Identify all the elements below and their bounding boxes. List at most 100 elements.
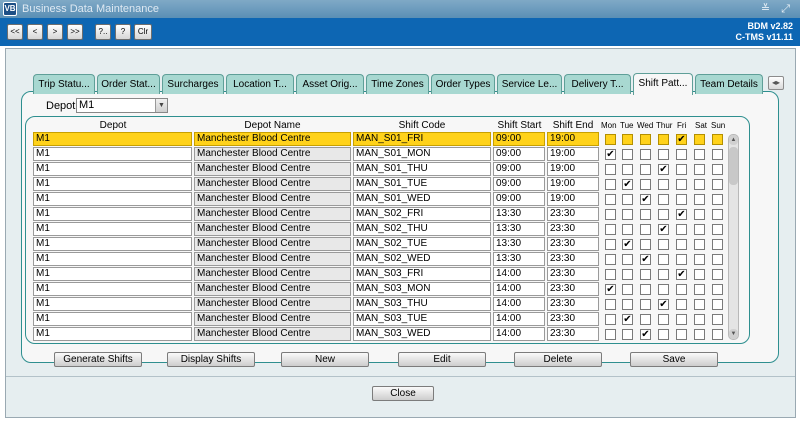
day-checkbox-fri[interactable] bbox=[676, 224, 687, 235]
day-checkbox-mon[interactable] bbox=[605, 194, 616, 205]
day-checkbox-wed[interactable] bbox=[640, 299, 651, 310]
cell-depot-name[interactable]: Manchester Blood Centre bbox=[194, 162, 351, 176]
cell-depot-name[interactable]: Manchester Blood Centre bbox=[194, 147, 351, 161]
first-record-button[interactable]: << bbox=[7, 24, 23, 40]
day-checkbox-sat[interactable] bbox=[694, 329, 705, 340]
cell-depot[interactable]: M1 bbox=[33, 147, 192, 161]
tab-time-zones[interactable]: Time Zones bbox=[366, 74, 429, 94]
day-checkbox-fri[interactable] bbox=[676, 314, 687, 325]
tab-team-details[interactable]: Team Details bbox=[695, 74, 763, 94]
cell-depot[interactable]: M1 bbox=[33, 222, 192, 236]
day-checkbox-sat[interactable] bbox=[694, 314, 705, 325]
day-checkbox-tue[interactable] bbox=[622, 329, 633, 340]
cell-depot[interactable]: M1 bbox=[33, 327, 192, 341]
cell-depot-name[interactable]: Manchester Blood Centre bbox=[194, 267, 351, 281]
day-checkbox-mon[interactable] bbox=[605, 314, 616, 325]
close-button[interactable]: Close bbox=[372, 386, 434, 401]
day-checkbox-wed[interactable] bbox=[640, 149, 651, 160]
new-button[interactable]: New bbox=[281, 352, 369, 367]
cell-shift-start[interactable]: 13:30 bbox=[493, 207, 545, 221]
grid-scrollbar[interactable]: ▲ ▼ bbox=[728, 134, 739, 340]
help-button[interactable]: ?.. bbox=[95, 24, 111, 40]
last-record-button[interactable]: >> bbox=[67, 24, 83, 40]
day-checkbox-sun[interactable] bbox=[712, 179, 723, 190]
display-shifts-button[interactable]: Display Shifts bbox=[167, 352, 255, 367]
scroll-up-icon[interactable]: ▲ bbox=[729, 135, 738, 145]
day-checkbox-fri[interactable] bbox=[676, 194, 687, 205]
day-checkbox-mon[interactable] bbox=[605, 254, 616, 265]
cell-shift-code[interactable]: MAN_S03_TUE bbox=[353, 312, 491, 326]
day-checkbox-mon[interactable] bbox=[605, 179, 616, 190]
cell-depot[interactable]: M1 bbox=[33, 252, 192, 266]
day-checkbox-sat[interactable] bbox=[694, 149, 705, 160]
cell-depot[interactable]: M1 bbox=[33, 237, 192, 251]
day-checkbox-mon[interactable]: ✔ bbox=[605, 284, 616, 295]
previous-record-button[interactable]: < bbox=[27, 24, 43, 40]
day-checkbox-fri[interactable]: ✔ bbox=[676, 269, 687, 280]
cell-shift-start[interactable]: 14:00 bbox=[493, 297, 545, 311]
query-button[interactable]: ? bbox=[115, 24, 131, 40]
tab-scroll-arrows-icon[interactable]: ◂▸ bbox=[768, 76, 784, 90]
cell-shift-end[interactable]: 23:30 bbox=[547, 252, 599, 266]
day-checkbox-sat[interactable] bbox=[694, 209, 705, 220]
day-checkbox-fri[interactable] bbox=[676, 164, 687, 175]
tab-order-types[interactable]: Order Types bbox=[431, 74, 495, 94]
day-checkbox-thur[interactable] bbox=[658, 314, 669, 325]
generate-shifts-button[interactable]: Generate Shifts bbox=[54, 352, 142, 367]
day-checkbox-mon[interactable] bbox=[605, 134, 616, 145]
cell-shift-end[interactable]: 23:30 bbox=[547, 327, 599, 341]
day-checkbox-sat[interactable] bbox=[694, 194, 705, 205]
day-checkbox-sat[interactable] bbox=[694, 179, 705, 190]
cell-shift-start[interactable]: 09:00 bbox=[493, 132, 545, 146]
cell-shift-start[interactable]: 13:30 bbox=[493, 222, 545, 236]
day-checkbox-thur[interactable] bbox=[658, 194, 669, 205]
day-checkbox-fri[interactable] bbox=[676, 149, 687, 160]
day-checkbox-sun[interactable] bbox=[712, 149, 723, 160]
day-checkbox-thur[interactable] bbox=[658, 239, 669, 250]
scroll-thumb[interactable] bbox=[729, 147, 738, 185]
day-checkbox-wed[interactable]: ✔ bbox=[640, 254, 651, 265]
day-checkbox-sat[interactable] bbox=[694, 299, 705, 310]
clear-button[interactable]: Clr bbox=[134, 24, 152, 40]
day-checkbox-tue[interactable] bbox=[622, 209, 633, 220]
day-checkbox-mon[interactable] bbox=[605, 224, 616, 235]
tab-delivery-types[interactable]: Delivery T... bbox=[564, 74, 631, 94]
cell-depot[interactable]: M1 bbox=[33, 267, 192, 281]
cell-depot-name[interactable]: Manchester Blood Centre bbox=[194, 237, 351, 251]
day-checkbox-tue[interactable] bbox=[622, 284, 633, 295]
depot-filter-select[interactable]: M1 ▼ bbox=[76, 98, 168, 113]
cell-depot-name[interactable]: Manchester Blood Centre bbox=[194, 132, 351, 146]
day-checkbox-thur[interactable] bbox=[658, 269, 669, 280]
day-checkbox-tue[interactable] bbox=[622, 134, 633, 145]
cell-depot[interactable]: M1 bbox=[33, 162, 192, 176]
cell-shift-end[interactable]: 23:30 bbox=[547, 297, 599, 311]
cell-shift-start[interactable]: 14:00 bbox=[493, 282, 545, 296]
tab-shift-patterns[interactable]: Shift Patt... bbox=[633, 73, 693, 95]
day-checkbox-tue[interactable] bbox=[622, 254, 633, 265]
cell-depot-name[interactable]: Manchester Blood Centre bbox=[194, 222, 351, 236]
cell-shift-end[interactable]: 23:30 bbox=[547, 312, 599, 326]
day-checkbox-sun[interactable] bbox=[712, 299, 723, 310]
cell-shift-end[interactable]: 23:30 bbox=[547, 237, 599, 251]
day-checkbox-sun[interactable] bbox=[712, 239, 723, 250]
day-checkbox-mon[interactable] bbox=[605, 164, 616, 175]
cell-depot[interactable]: M1 bbox=[33, 192, 192, 206]
day-checkbox-tue[interactable] bbox=[622, 149, 633, 160]
day-checkbox-fri[interactable] bbox=[676, 179, 687, 190]
day-checkbox-fri[interactable] bbox=[676, 254, 687, 265]
scroll-down-icon[interactable]: ▼ bbox=[729, 329, 738, 339]
day-checkbox-tue[interactable] bbox=[622, 164, 633, 175]
delete-button[interactable]: Delete bbox=[514, 352, 602, 367]
tab-trip-status[interactable]: Trip Statu... bbox=[33, 74, 95, 94]
cell-shift-end[interactable]: 23:30 bbox=[547, 282, 599, 296]
day-checkbox-sun[interactable] bbox=[712, 269, 723, 280]
cell-shift-start[interactable]: 13:30 bbox=[493, 237, 545, 251]
day-checkbox-tue[interactable] bbox=[622, 269, 633, 280]
day-checkbox-sun[interactable] bbox=[712, 329, 723, 340]
day-checkbox-mon[interactable]: ✔ bbox=[605, 149, 616, 160]
cell-shift-code[interactable]: MAN_S01_WED bbox=[353, 192, 491, 206]
cell-shift-code[interactable]: MAN_S02_THU bbox=[353, 222, 491, 236]
day-checkbox-wed[interactable] bbox=[640, 134, 651, 145]
day-checkbox-tue[interactable] bbox=[622, 194, 633, 205]
day-checkbox-sat[interactable] bbox=[694, 254, 705, 265]
